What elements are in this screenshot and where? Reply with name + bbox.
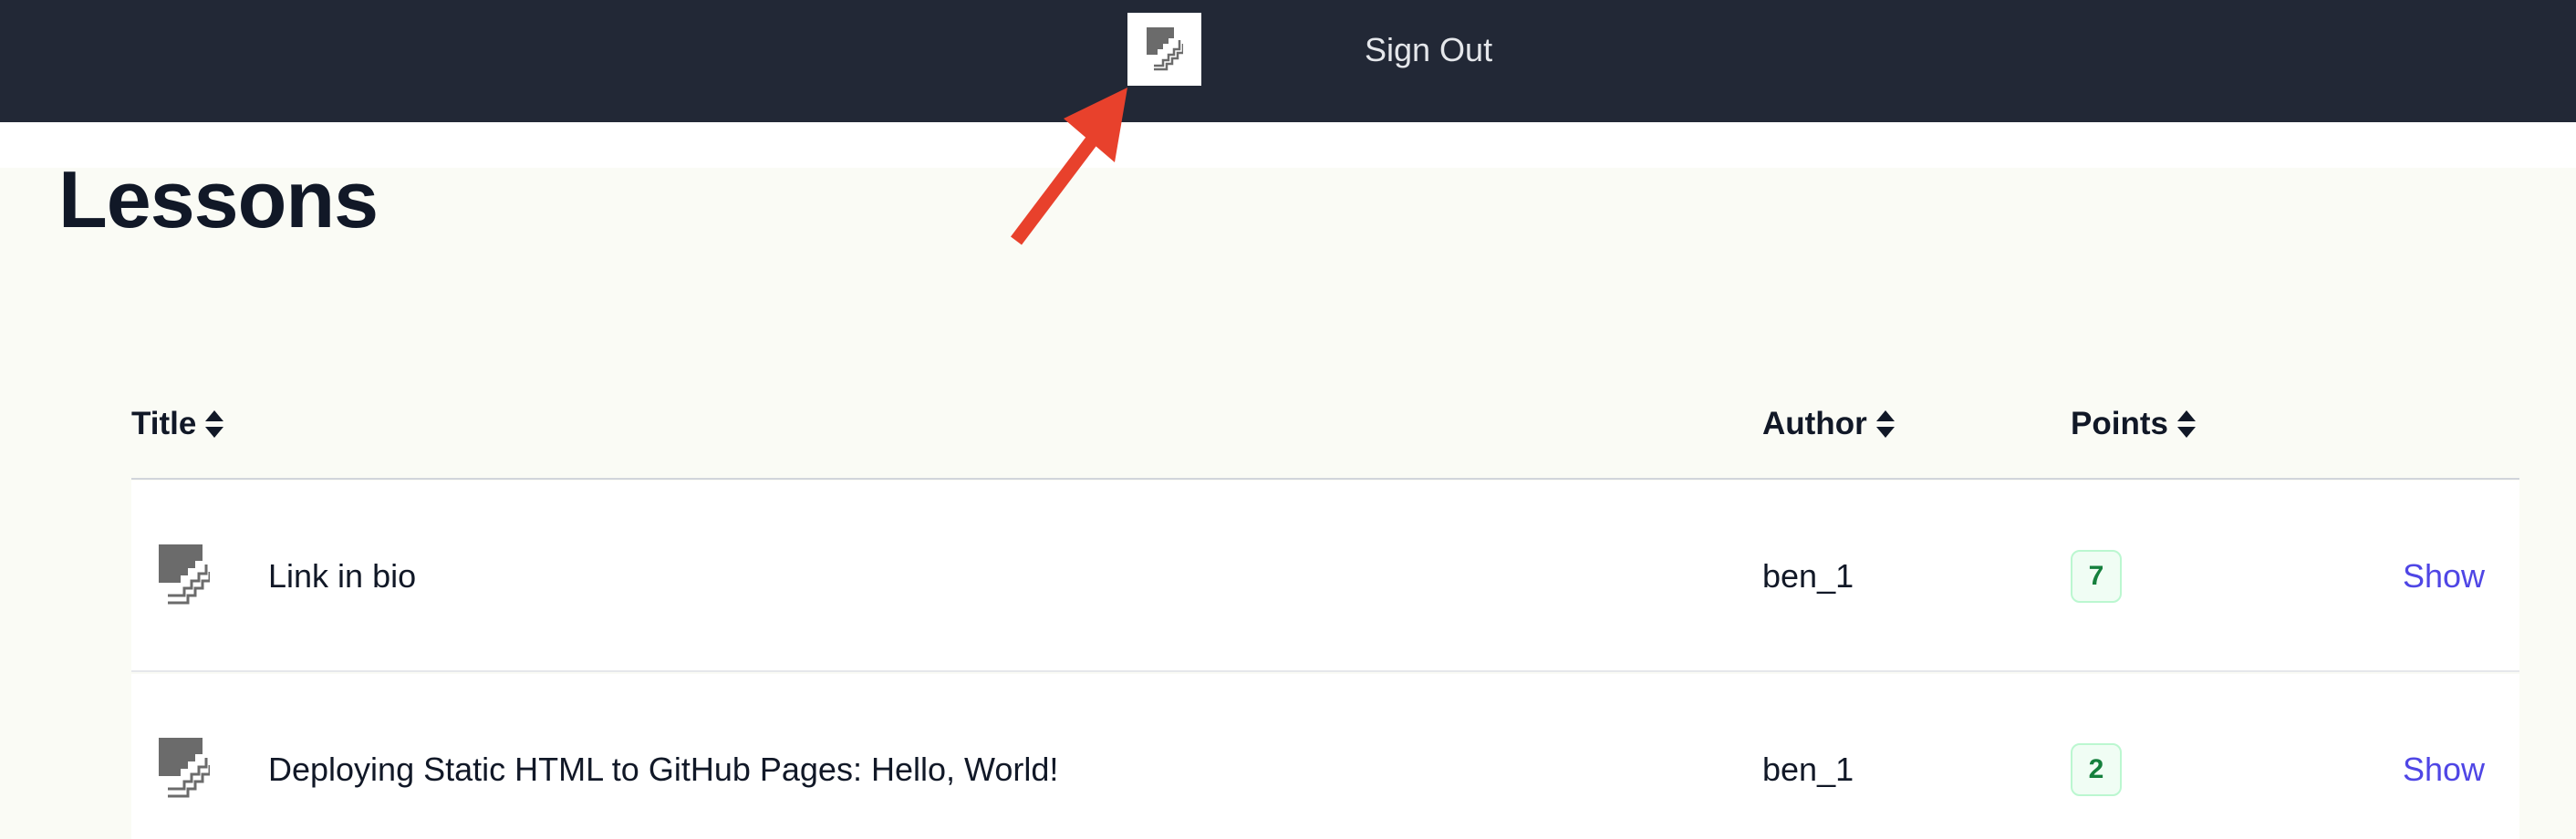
sort-up-down-icon — [1875, 410, 1895, 438]
table-header-divider — [131, 478, 2519, 480]
stairs-thumbnail-icon — [159, 544, 210, 605]
sign-out-button[interactable]: Sign Out — [1365, 27, 1492, 73]
column-header-author[interactable]: Author — [1762, 401, 1896, 447]
column-header-title-label: Title — [131, 406, 197, 441]
page-title: Lessons — [58, 154, 379, 244]
column-header-title[interactable]: Title — [131, 401, 225, 447]
table-row: Deploying Static HTML to GitHub Pages: H… — [131, 674, 2519, 839]
stairs-thumbnail-icon — [159, 738, 210, 798]
column-header-points-label: Points — [2071, 406, 2168, 441]
column-header-points[interactable]: Points — [2071, 401, 2197, 447]
column-header-author-label: Author — [1762, 406, 1867, 441]
sort-up-down-icon — [205, 410, 224, 438]
home-logo-button[interactable] — [1127, 13, 1201, 86]
lesson-author: ben_1 — [1762, 557, 1854, 595]
show-lesson-link[interactable]: Show — [2403, 747, 2485, 792]
lesson-author: ben_1 — [1762, 751, 1854, 788]
sort-up-down-icon — [2176, 410, 2196, 438]
points-badge: 7 — [2071, 550, 2122, 603]
stairs-logo-icon — [1146, 27, 1183, 71]
lesson-title: Link in bio — [268, 557, 417, 595]
table-row: Link in bio ben_1 7 Show — [131, 481, 2519, 672]
top-navbar: Sign Out — [0, 0, 2576, 122]
navbar-spacer — [0, 122, 2576, 168]
lesson-title: Deploying Static HTML to GitHub Pages: H… — [268, 751, 1059, 788]
points-badge: 2 — [2071, 743, 2122, 796]
show-lesson-link[interactable]: Show — [2403, 554, 2485, 599]
